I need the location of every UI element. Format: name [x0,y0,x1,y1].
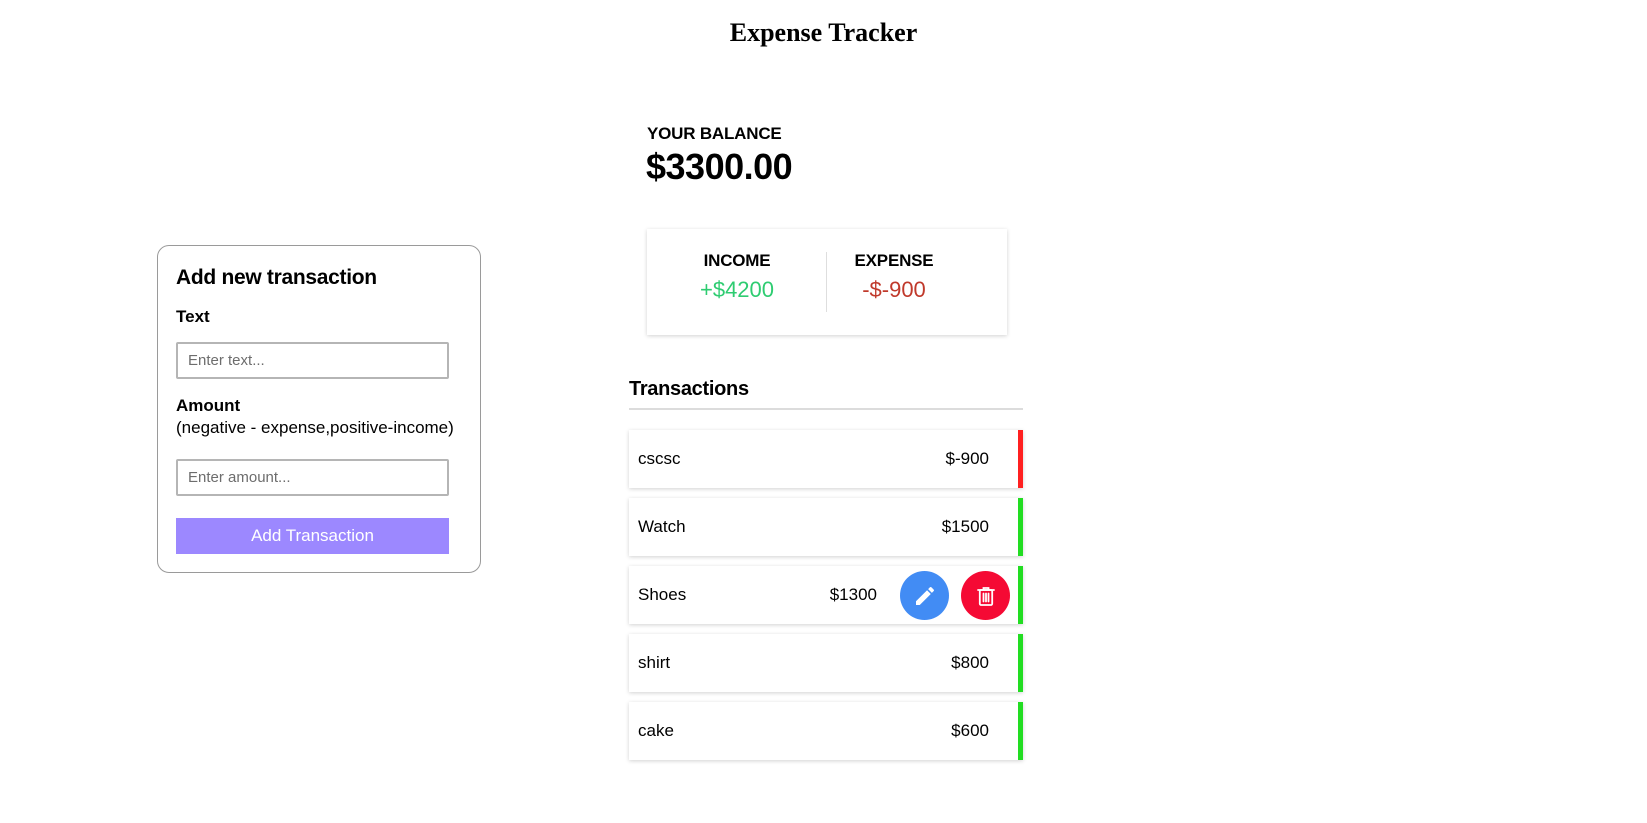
transaction-amount: $800 [951,653,989,672]
income-expense-summary: INCOME +$4200 EXPENSE -$-900 [647,229,1007,335]
transactions-divider [629,408,1023,410]
text-input[interactable] [176,342,449,379]
transactions-title: Transactions [629,378,749,400]
transaction-name: Watch [638,517,686,536]
app-title: Expense Tracker [729,18,918,47]
text-label: Text [176,307,210,326]
trash-icon [976,586,995,606]
amount-hint: (negative - expense,positive-income) [176,418,454,437]
delete-transaction-button[interactable] [961,571,1010,620]
balance-label: YOUR BALANCE [647,124,782,143]
transaction-name: cscsc [638,449,681,468]
expense-column: EXPENSE -$-900 [804,251,984,303]
transaction-list: cscsc $-900 Watch $1500 Shoes $1300 shir… [629,430,1023,770]
transaction-item[interactable]: shirt $800 [629,634,1023,692]
add-transaction-title: Add new transaction [176,266,377,289]
transaction-item[interactable]: Watch $1500 [629,498,1023,556]
edit-transaction-button[interactable] [900,571,949,620]
pencil-icon [915,586,934,605]
transaction-item[interactable]: cscsc $-900 [629,430,1023,488]
add-transaction-card: Add new transaction Text Amount (negativ… [157,245,481,573]
amount-input[interactable] [176,459,449,496]
transaction-name: cake [638,721,674,740]
transaction-amount: $1500 [941,517,989,536]
add-transaction-button[interactable]: Add Transaction [176,518,449,554]
expense-value: -$-900 [862,277,926,302]
amount-label: Amount [176,396,241,415]
transaction-amount: $600 [951,721,989,740]
expense-label: EXPENSE [854,251,934,270]
transaction-amount: $-900 [945,449,989,468]
income-label: INCOME [703,251,771,270]
balance-amount: $3300.00 [646,146,793,187]
transaction-amount: $1300 [829,585,877,604]
transaction-name: Shoes [638,585,687,604]
income-column: INCOME +$4200 [647,251,827,303]
transaction-item[interactable]: Shoes $1300 [629,566,1023,624]
income-value: +$4200 [699,277,775,302]
transaction-item[interactable]: cake $600 [629,702,1023,760]
transaction-name: shirt [638,653,671,672]
